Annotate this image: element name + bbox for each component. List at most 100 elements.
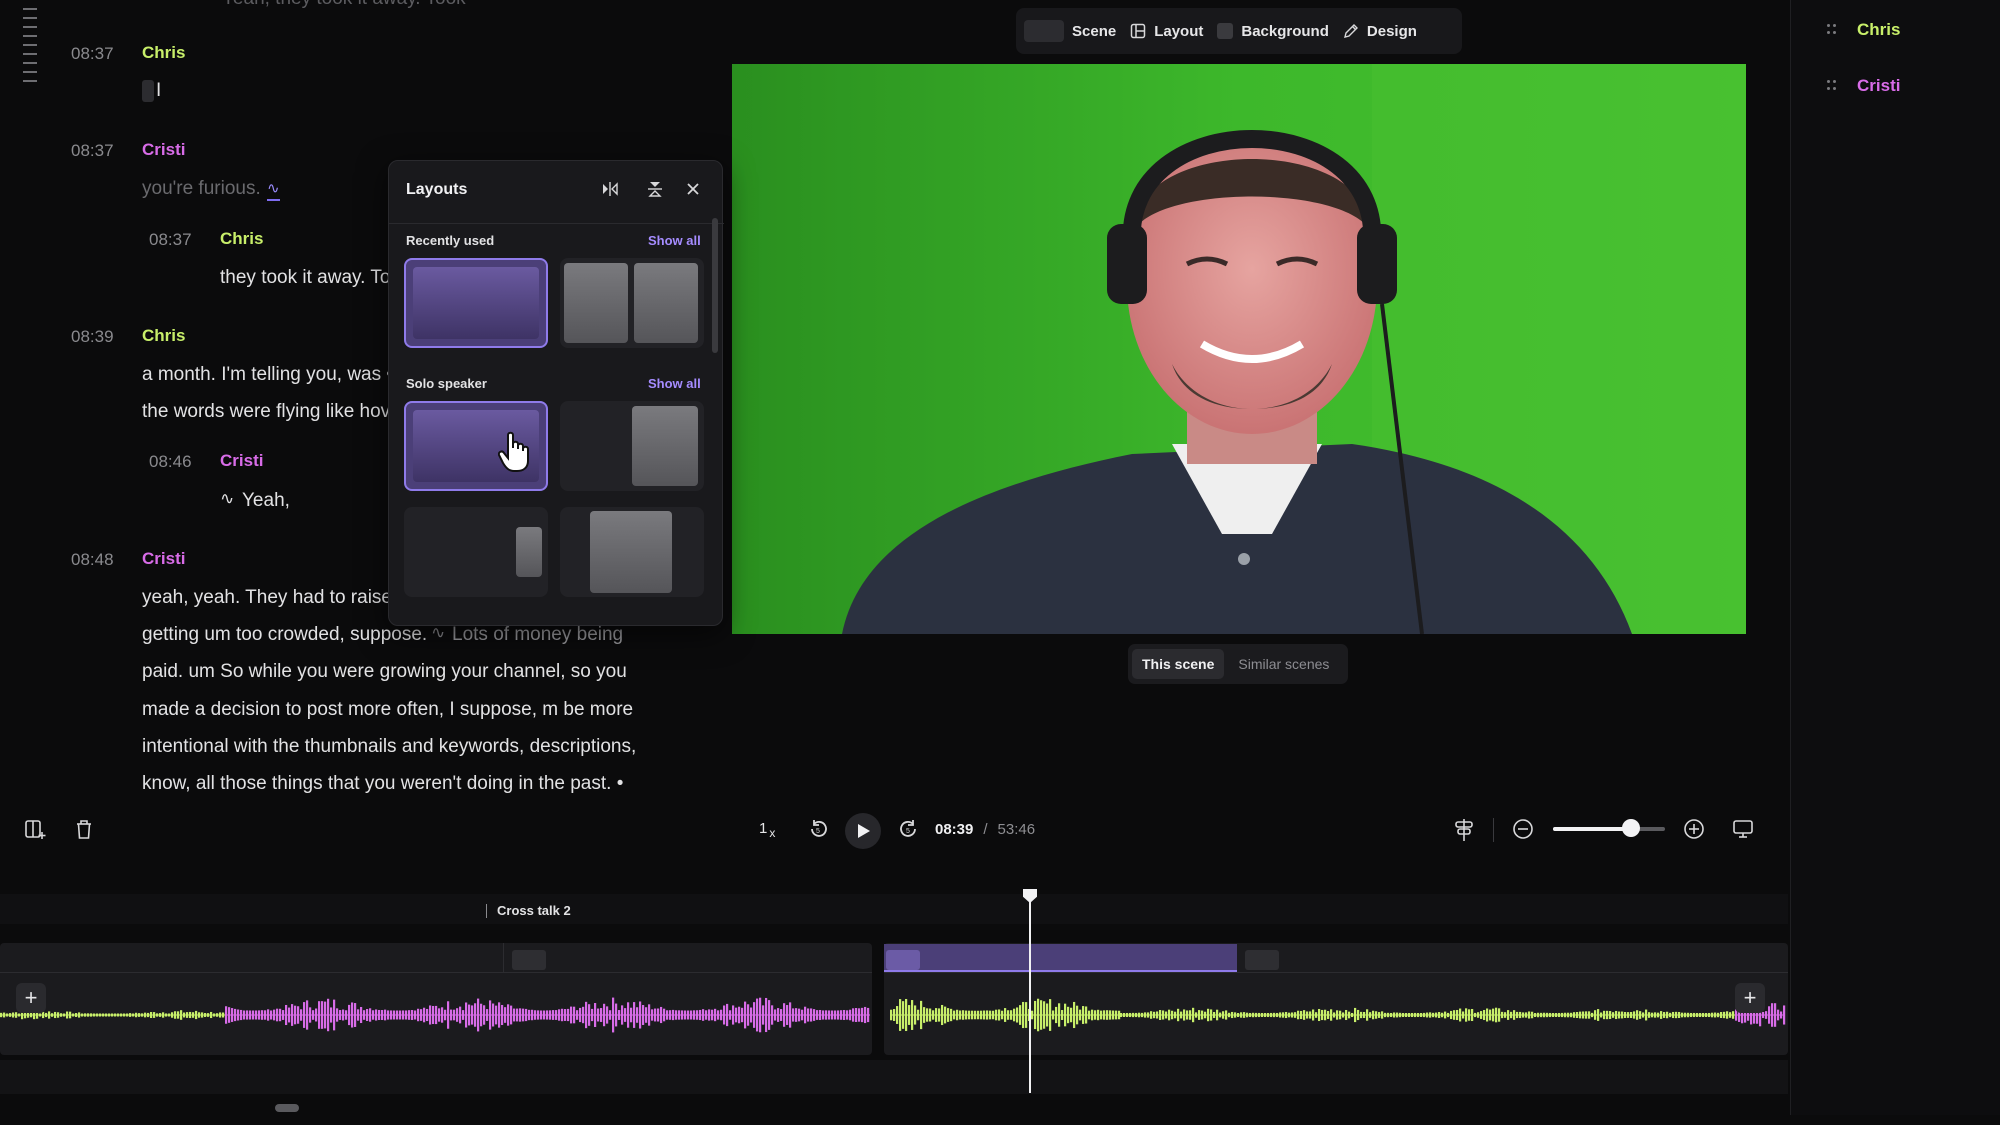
- flip-horizontal-icon[interactable]: [601, 180, 619, 198]
- similar-scenes-option[interactable]: Similar scenes: [1228, 649, 1339, 679]
- drag-dots-icon[interactable]: [1827, 80, 1837, 92]
- transcript-line[interactable]: I: [156, 80, 161, 102]
- transcript-line[interactable]: you're furious.: [142, 178, 261, 200]
- scene-chip[interactable]: [1245, 950, 1279, 970]
- transcript-line[interactable]: paid. um So while you were growing your …: [142, 661, 627, 683]
- add-clip-right-button[interactable]: +: [1735, 983, 1765, 1013]
- layout-icon: [1130, 23, 1146, 39]
- waveform-segment: [1120, 1007, 1735, 1023]
- speaker-name[interactable]: Cristi: [220, 451, 263, 471]
- selected-scene-segment[interactable]: [884, 944, 1237, 972]
- layout-card-solo-full[interactable]: [404, 401, 548, 491]
- add-scene-icon[interactable]: [24, 818, 46, 840]
- transcript-line[interactable]: a month. I'm telling you, was •: [142, 364, 393, 386]
- layouts-popup: Layouts Recently used Show all Solo spea…: [388, 160, 724, 626]
- speaker-item-cristi[interactable]: Cristi: [1827, 76, 1900, 96]
- speaker-name[interactable]: Chris: [142, 43, 185, 63]
- drag-dots-icon[interactable]: [1827, 24, 1837, 36]
- hand-cursor-icon: [498, 431, 529, 472]
- play-button[interactable]: [845, 813, 881, 849]
- time-readout: 08:39 / 53:46: [935, 821, 1035, 838]
- layouts-title: Layouts: [406, 181, 468, 198]
- trash-icon[interactable]: [73, 818, 95, 840]
- design-button[interactable]: Design: [1343, 23, 1417, 40]
- scene-chip[interactable]: [512, 950, 546, 970]
- scene-button[interactable]: Scene: [1024, 20, 1116, 42]
- show-all-recent-link[interactable]: Show all: [648, 233, 701, 248]
- layout-card-recent-split[interactable]: [560, 258, 704, 348]
- layout-button[interactable]: Layout: [1130, 23, 1203, 40]
- clip-separator: [503, 943, 504, 972]
- timestamp: 08:48: [71, 550, 114, 569]
- captions-icon[interactable]: [1453, 818, 1475, 842]
- svg-text:5: 5: [906, 828, 910, 835]
- solo-speaker-heading: Solo speaker: [406, 376, 487, 391]
- speaker-name: Chris: [1857, 20, 1901, 39]
- timeline-marker-label[interactable]: Cross talk 2: [497, 903, 571, 918]
- transcript-cut-line: Yeah, they took it away. Took: [222, 0, 466, 10]
- layout-label: Layout: [1154, 22, 1204, 40]
- cursor-placeholder: [142, 80, 154, 102]
- design-label: Design: [1366, 22, 1417, 40]
- zoom-in-icon[interactable]: [1683, 818, 1705, 840]
- marker-tick: [486, 904, 487, 918]
- timestamp: 08:37: [71, 141, 114, 160]
- show-all-solo-link[interactable]: Show all: [648, 376, 701, 391]
- transcript-line[interactable]: yeah, yeah. They had to raise: [142, 587, 392, 609]
- sound-wave-icon: ∿: [431, 623, 446, 642]
- current-time: 08:39: [935, 821, 974, 838]
- divider: [1493, 818, 1494, 842]
- this-scene-option[interactable]: This scene: [1132, 649, 1225, 679]
- forward-5-icon[interactable]: 5: [897, 818, 919, 840]
- track-divider: [0, 972, 872, 973]
- speed-suffix: x: [769, 826, 776, 840]
- sound-wave-icon: ∿: [220, 489, 235, 508]
- transcript-line[interactable]: Lots of money being: [452, 624, 623, 646]
- speaker-name[interactable]: Cristi: [142, 549, 185, 569]
- speaker-name[interactable]: Chris: [220, 229, 263, 249]
- speaker-video-frame: [732, 64, 1746, 634]
- transcript-line[interactable]: getting um too crowded, suppose.: [142, 624, 427, 646]
- speaker-name[interactable]: Chris: [142, 326, 185, 346]
- timestamp: 08:39: [71, 327, 114, 346]
- monitor-icon[interactable]: [1732, 818, 1754, 840]
- playhead-line[interactable]: [1029, 893, 1031, 1093]
- video-preview[interactable]: [732, 64, 1746, 634]
- speaker-name: Cristi: [1857, 76, 1901, 95]
- speaker-name[interactable]: Cristi: [142, 140, 185, 160]
- rewind-5-icon[interactable]: 5: [808, 818, 830, 840]
- transcript-line[interactable]: the words were flying like hov: [142, 401, 390, 423]
- sound-wave-icon: ∿: [267, 179, 280, 201]
- timeline-markers-row: [0, 894, 1788, 924]
- layout-card-recent-solo[interactable]: [404, 258, 548, 348]
- transcript-line[interactable]: know, all those things that you weren't …: [142, 773, 623, 795]
- transcript-line[interactable]: made a decision to post more often, I su…: [142, 699, 633, 721]
- zoom-slider-knob[interactable]: [1622, 819, 1641, 837]
- waveform-segment: [890, 998, 1121, 1032]
- layout-card-solo-pip[interactable]: [404, 507, 548, 597]
- add-clip-left-button[interactable]: +: [16, 983, 46, 1013]
- transcript-line[interactable]: they took it away. To: [220, 267, 390, 289]
- divider: [389, 223, 724, 224]
- drag-handle-icon[interactable]: [23, 8, 37, 89]
- layout-card-solo-right[interactable]: [560, 401, 704, 491]
- playback-speed-button[interactable]: 1 x: [759, 820, 776, 840]
- time-separator: /: [983, 821, 988, 838]
- transcript-line[interactable]: Yeah,: [242, 490, 290, 512]
- timestamp: 08:37: [149, 230, 192, 249]
- svg-text:5: 5: [816, 828, 820, 835]
- timestamp: 08:37: [71, 44, 114, 63]
- track-divider: [884, 972, 1788, 973]
- timeline-lower-track: [0, 1060, 1788, 1094]
- close-icon[interactable]: [684, 180, 702, 198]
- transcript-line[interactable]: intentional with the thumbnails and keyw…: [142, 736, 636, 758]
- flip-vertical-icon[interactable]: [646, 180, 664, 198]
- speakers-panel: Chris Cristi: [1790, 0, 2000, 1115]
- timeline-scrollbar[interactable]: [275, 1104, 299, 1112]
- zoom-out-icon[interactable]: [1512, 818, 1534, 840]
- speaker-item-chris[interactable]: Chris: [1827, 20, 1900, 40]
- layout-card-solo-center[interactable]: [560, 507, 704, 597]
- layouts-scrollbar[interactable]: [712, 218, 718, 353]
- background-button[interactable]: Background: [1217, 23, 1329, 40]
- scene-chip[interactable]: [886, 950, 920, 970]
